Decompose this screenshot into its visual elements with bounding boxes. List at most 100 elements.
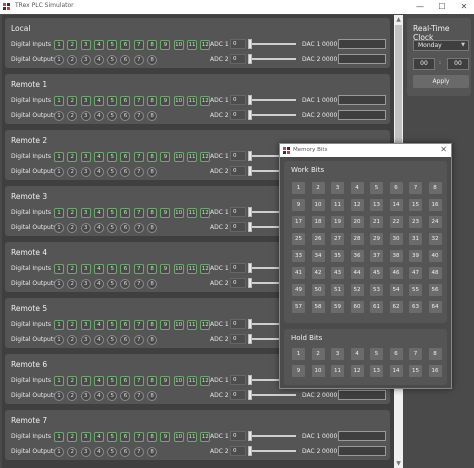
input-bit[interactable]: 11 xyxy=(186,152,197,162)
input-bit[interactable]: 7 xyxy=(133,208,144,218)
work-bit[interactable]: 57 xyxy=(292,301,305,313)
work-bit[interactable]: 54 xyxy=(389,284,403,296)
scroll-down-icon[interactable]: ▼ xyxy=(394,459,403,468)
slider-handle[interactable] xyxy=(248,431,252,441)
input-bit[interactable]: 5 xyxy=(107,376,118,386)
slider-handle[interactable] xyxy=(248,263,252,273)
input-bit[interactable]: 6 xyxy=(120,152,131,162)
work-bit[interactable]: 1 xyxy=(292,182,305,194)
input-bit[interactable]: 6 xyxy=(120,376,131,386)
input-bit[interactable]: 12 xyxy=(200,376,211,386)
work-bit[interactable]: 32 xyxy=(428,233,442,245)
work-bit[interactable]: 59 xyxy=(331,301,344,313)
slider-handle[interactable] xyxy=(248,110,252,120)
hold-bit[interactable]: 9 xyxy=(292,365,305,377)
work-bit[interactable]: 45 xyxy=(370,267,383,279)
work-bit[interactable]: 12 xyxy=(350,199,364,211)
hold-bit[interactable]: 4 xyxy=(350,348,364,360)
input-bit[interactable]: 3 xyxy=(80,40,91,50)
input-bit[interactable]: 2 xyxy=(67,376,78,386)
input-bit[interactable]: 7 xyxy=(133,320,144,330)
work-bit[interactable]: 64 xyxy=(428,301,442,313)
input-bit[interactable]: 2 xyxy=(67,208,78,218)
work-bit[interactable]: 53 xyxy=(370,284,383,296)
input-bit[interactable]: 4 xyxy=(93,264,104,274)
input-bit[interactable]: 3 xyxy=(80,432,91,442)
hold-bit[interactable]: 13 xyxy=(370,365,383,377)
work-bit[interactable]: 13 xyxy=(370,199,383,211)
work-bit[interactable]: 47 xyxy=(409,267,422,279)
adc1-slider[interactable] xyxy=(248,39,296,49)
memory-bits-close-button[interactable]: ✕ xyxy=(440,145,447,154)
work-bit[interactable]: 28 xyxy=(350,233,364,245)
input-bit[interactable]: 9 xyxy=(160,376,171,386)
input-bit[interactable]: 8 xyxy=(147,40,158,50)
minimize-button[interactable]: — xyxy=(410,0,430,14)
input-bit[interactable]: 7 xyxy=(133,40,144,50)
input-bit[interactable]: 12 xyxy=(200,208,211,218)
input-bit[interactable]: 7 xyxy=(133,96,144,106)
input-bit[interactable]: 12 xyxy=(200,96,211,106)
input-bit[interactable]: 5 xyxy=(107,40,118,50)
input-bit[interactable]: 7 xyxy=(133,264,144,274)
input-bit[interactable]: 8 xyxy=(147,96,158,106)
input-bit[interactable]: 9 xyxy=(160,264,171,274)
work-bit[interactable]: 31 xyxy=(409,233,422,245)
work-bit[interactable]: 37 xyxy=(370,250,383,262)
work-bit[interactable]: 63 xyxy=(409,301,422,313)
hold-bit[interactable]: 2 xyxy=(311,348,325,360)
input-bit[interactable]: 4 xyxy=(93,432,104,442)
input-bit[interactable]: 9 xyxy=(160,152,171,162)
input-bit[interactable]: 3 xyxy=(80,96,91,106)
slider-handle[interactable] xyxy=(248,278,252,288)
hold-bit[interactable]: 10 xyxy=(311,365,325,377)
input-bit[interactable]: 1 xyxy=(54,432,64,442)
work-bit[interactable]: 35 xyxy=(331,250,344,262)
work-bit[interactable]: 21 xyxy=(370,216,383,228)
input-bit[interactable]: 8 xyxy=(147,320,158,330)
work-bit[interactable]: 49 xyxy=(292,284,305,296)
work-bit[interactable]: 15 xyxy=(409,199,422,211)
work-bit[interactable]: 20 xyxy=(350,216,364,228)
hold-bit[interactable]: 1 xyxy=(292,348,305,360)
input-bit[interactable]: 6 xyxy=(120,208,131,218)
input-bit[interactable]: 1 xyxy=(54,96,64,106)
input-bit[interactable]: 6 xyxy=(120,264,131,274)
input-bit[interactable]: 11 xyxy=(186,40,197,50)
input-bit[interactable]: 11 xyxy=(186,320,197,330)
input-bit[interactable]: 4 xyxy=(93,208,104,218)
input-bit[interactable]: 5 xyxy=(107,208,118,218)
work-bit[interactable]: 7 xyxy=(409,182,422,194)
hold-bit[interactable]: 6 xyxy=(389,348,403,360)
slider-handle[interactable] xyxy=(248,39,252,49)
input-bit[interactable]: 11 xyxy=(186,96,197,106)
work-bit[interactable]: 16 xyxy=(428,199,442,211)
adc2-slider[interactable] xyxy=(248,110,296,120)
input-bit[interactable]: 5 xyxy=(107,320,118,330)
input-bit[interactable]: 11 xyxy=(186,264,197,274)
input-bit[interactable]: 1 xyxy=(54,376,64,386)
work-bit[interactable]: 19 xyxy=(331,216,344,228)
adc1-slider[interactable] xyxy=(248,431,296,441)
work-bit[interactable]: 3 xyxy=(331,182,344,194)
input-bit[interactable]: 9 xyxy=(160,320,171,330)
work-bit[interactable]: 61 xyxy=(370,301,383,313)
work-bit[interactable]: 6 xyxy=(389,182,403,194)
slider-handle[interactable] xyxy=(248,319,252,329)
work-bit[interactable]: 39 xyxy=(409,250,422,262)
input-bit[interactable]: 8 xyxy=(147,152,158,162)
input-bit[interactable]: 3 xyxy=(80,208,91,218)
slider-handle[interactable] xyxy=(248,446,252,456)
input-bit[interactable]: 10 xyxy=(173,376,184,386)
hold-bit[interactable]: 3 xyxy=(331,348,344,360)
scroll-up-icon[interactable]: ▲ xyxy=(394,15,403,24)
input-bit[interactable]: 3 xyxy=(80,376,91,386)
slider-handle[interactable] xyxy=(248,390,252,400)
work-bit[interactable]: 18 xyxy=(311,216,325,228)
input-bit[interactable]: 12 xyxy=(200,152,211,162)
input-bit[interactable]: 9 xyxy=(160,208,171,218)
work-bit[interactable]: 50 xyxy=(311,284,325,296)
work-bit[interactable]: 56 xyxy=(428,284,442,296)
input-bit[interactable]: 10 xyxy=(173,40,184,50)
input-bit[interactable]: 10 xyxy=(173,152,184,162)
